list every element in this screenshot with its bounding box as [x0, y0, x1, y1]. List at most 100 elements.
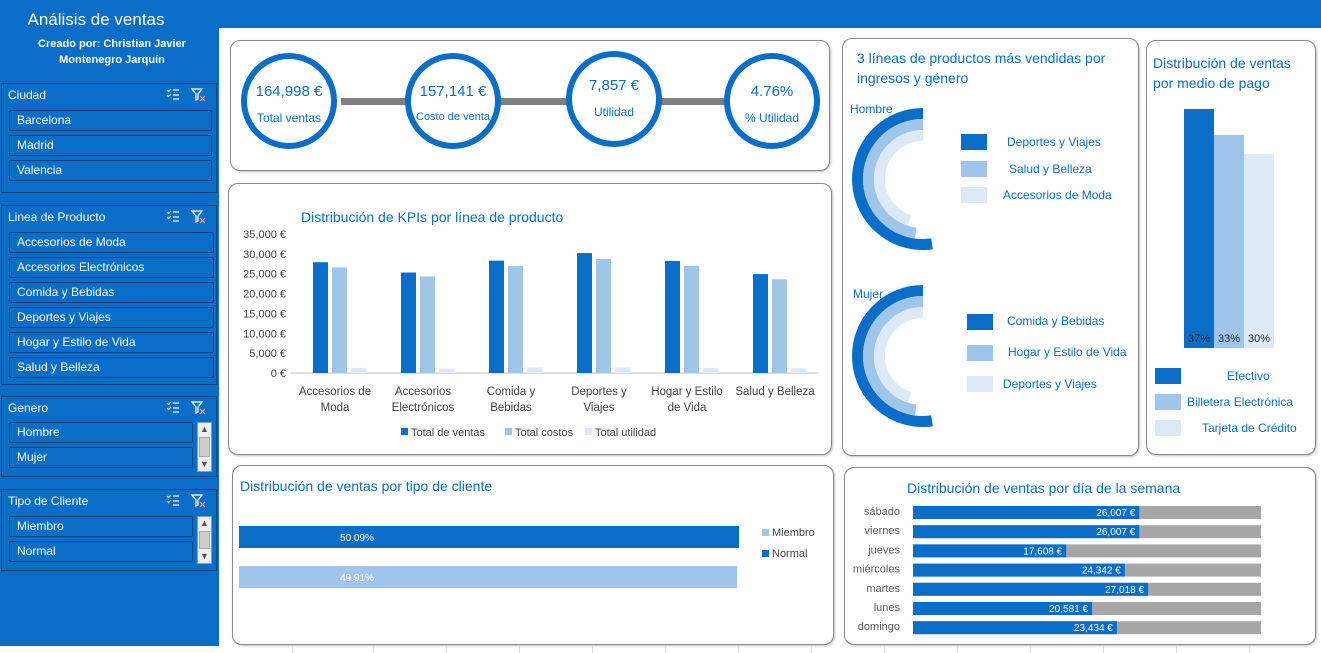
- scroll-thumb[interactable]: [199, 531, 210, 549]
- slicer-item-comida-bebidas[interactable]: Comida y Bebidas: [9, 282, 214, 303]
- slicer-item-mujer[interactable]: Mujer: [9, 447, 193, 468]
- kpi-value: 157,141 €: [419, 83, 487, 100]
- bar-2-0: [351, 367, 366, 373]
- data-label: 23,434 €: [1074, 623, 1113, 634]
- kpi-value: 164,998 €: [255, 83, 323, 100]
- slicer-genero: Genero Hombre Mujer ▲ ▼: [1, 396, 217, 477]
- x-tick-label: Viajes: [583, 402, 614, 414]
- multi-select-icon[interactable]: [166, 88, 180, 101]
- kpi-label: Costo de venta: [416, 111, 490, 123]
- slicer-scrollbar[interactable]: ▲ ▼: [197, 516, 212, 564]
- y-tick-label: jueves: [867, 544, 900, 556]
- x-tick-label: de Vida: [668, 402, 707, 414]
- x-tick-label: Bebidas: [490, 402, 532, 414]
- legend-swatch: [585, 428, 592, 435]
- payment-bar-0: [1184, 109, 1214, 348]
- slicer-item-hombre[interactable]: Hombre: [9, 422, 193, 443]
- customer-bar-normal: [239, 526, 739, 548]
- multi-select-icon[interactable]: [166, 494, 180, 507]
- legend-label: Efectivo: [1227, 369, 1270, 383]
- scroll-down-icon[interactable]: ▼: [200, 460, 209, 469]
- y-tick-label: 15,000 €: [243, 308, 286, 320]
- bar-1-5: [772, 279, 787, 373]
- slicer-tipo-cliente: Tipo de Cliente Miembro Normal ▲ ▼: [1, 489, 217, 571]
- x-tick-label: Accesorios de: [299, 386, 371, 398]
- bar-1-2: [508, 266, 523, 373]
- legend-label: Total utilidad: [595, 427, 656, 439]
- y-tick-label: 25,000 €: [243, 269, 286, 281]
- legend-label: Total costos: [515, 427, 574, 439]
- data-label: 33%: [1218, 333, 1240, 345]
- author-credit: Creado por: Christian Javier Montenegro …: [38, 38, 186, 66]
- doughnut-rings: [852, 108, 933, 427]
- kpi-utilidad: 7,857 € Utilidad: [566, 51, 662, 147]
- slicer-title: Linea de Producto: [8, 210, 106, 224]
- scroll-thumb[interactable]: [199, 437, 210, 457]
- slicer-item-salud-belleza[interactable]: Salud y Belleza: [9, 357, 214, 378]
- bar-0-2: [489, 260, 504, 373]
- gender-doughnut-chart: 3 líneas de productos más vendidas por i…: [842, 38, 1139, 456]
- legend-swatch: [967, 345, 993, 361]
- bar-0-4: [665, 261, 680, 373]
- data-label: 49.91%: [340, 573, 374, 584]
- slicer-item-miembro[interactable]: Miembro: [9, 516, 193, 537]
- legend-swatch: [762, 550, 769, 557]
- doughnut-arc-0-2: [874, 130, 924, 226]
- legend-label: Deportes y Viajes: [1003, 377, 1097, 391]
- slicer-title: Tipo de Cliente: [8, 494, 89, 508]
- slicer-ciudad: Ciudad Barcelona Madrid Valencia: [1, 83, 217, 193]
- kpi-card: 164,998 € Total ventas 157,141 € Costo d…: [230, 40, 830, 171]
- scroll-up-icon[interactable]: ▲: [200, 425, 209, 434]
- slicer-item-accesorios-moda[interactable]: Accesorios de Moda: [9, 232, 214, 253]
- clear-filter-icon[interactable]: [191, 88, 206, 102]
- slicer-item-accesorios-electronicos[interactable]: Accesorios Electrónicos: [9, 257, 214, 278]
- kpi-label: Total ventas: [256, 111, 322, 125]
- clear-filter-icon[interactable]: [191, 401, 206, 415]
- slicer-item-madrid[interactable]: Madrid: [9, 135, 212, 156]
- y-tick-label: domingo: [858, 621, 900, 633]
- bar-1-1: [420, 276, 435, 373]
- multi-select-icon[interactable]: [166, 210, 180, 223]
- slicer-scrollbar[interactable]: ▲ ▼: [197, 422, 212, 472]
- slicer-item-deportes-viajes[interactable]: Deportes y Viajes: [9, 307, 214, 328]
- scroll-down-icon[interactable]: ▼: [200, 552, 209, 561]
- legend-swatch: [401, 428, 408, 435]
- legend-label: Miembro: [772, 527, 815, 539]
- slicer-item-valencia[interactable]: Valencia: [9, 160, 212, 181]
- legend-swatch: [1155, 368, 1181, 384]
- payment-bar-2: [1244, 154, 1274, 348]
- slicer-item-hogar-estilo[interactable]: Hogar y Estilo de Vida: [9, 332, 214, 353]
- slicer-item-barcelona[interactable]: Barcelona: [9, 110, 212, 131]
- kpi-connector: [661, 98, 729, 105]
- data-label: 17,608 €: [1023, 546, 1062, 557]
- slicer-title: Genero: [8, 401, 49, 415]
- customer-bar-chart: 50.09% 49.91% Miembro Normal: [239, 526, 815, 588]
- multi-select-icon[interactable]: [166, 401, 180, 414]
- customer-bar-miembro: [239, 566, 738, 588]
- kpi-value: 4.76%: [750, 83, 794, 100]
- clear-filter-icon[interactable]: [191, 494, 206, 508]
- clear-filter-icon[interactable]: [191, 210, 206, 224]
- weekday-bar-chart: sábado 26,007 € viernes 26,007 € jueves 17,60…: [853, 506, 1261, 635]
- slicer-item-normal[interactable]: Normal: [9, 541, 193, 562]
- x-tick-label: Electrónicos: [392, 402, 455, 414]
- legend-swatch: [967, 314, 993, 330]
- legend-label: Hogar y Estilo de Vida: [1008, 345, 1127, 359]
- legend-swatch: [961, 134, 987, 150]
- weekday-chart: Distribución de ventas por día de la sem…: [844, 467, 1316, 645]
- app-title: Análisis de ventas: [27, 10, 165, 29]
- legend-swatch: [505, 428, 512, 435]
- y-tick-label: 10,000 €: [243, 328, 286, 340]
- legend-label: Salud y Belleza: [1009, 162, 1092, 176]
- legend-label: Tarjeta de Crédito: [1202, 421, 1297, 435]
- data-label: 50.09%: [340, 533, 374, 544]
- kpi-value: 7,857 €: [588, 77, 640, 94]
- payment-method-chart: Distribución de ventas por medio de pago…: [1146, 40, 1316, 455]
- y-tick-label: 20,000 €: [243, 289, 286, 301]
- kpi-connector: [341, 98, 409, 105]
- legend-label: Accesorios de Moda: [1003, 188, 1112, 202]
- legend-swatch: [762, 529, 769, 536]
- scroll-up-icon[interactable]: ▲: [200, 519, 209, 528]
- sidebar: Análisis de ventas Creado por: Christian…: [0, 0, 219, 646]
- legend-swatch: [1155, 394, 1181, 410]
